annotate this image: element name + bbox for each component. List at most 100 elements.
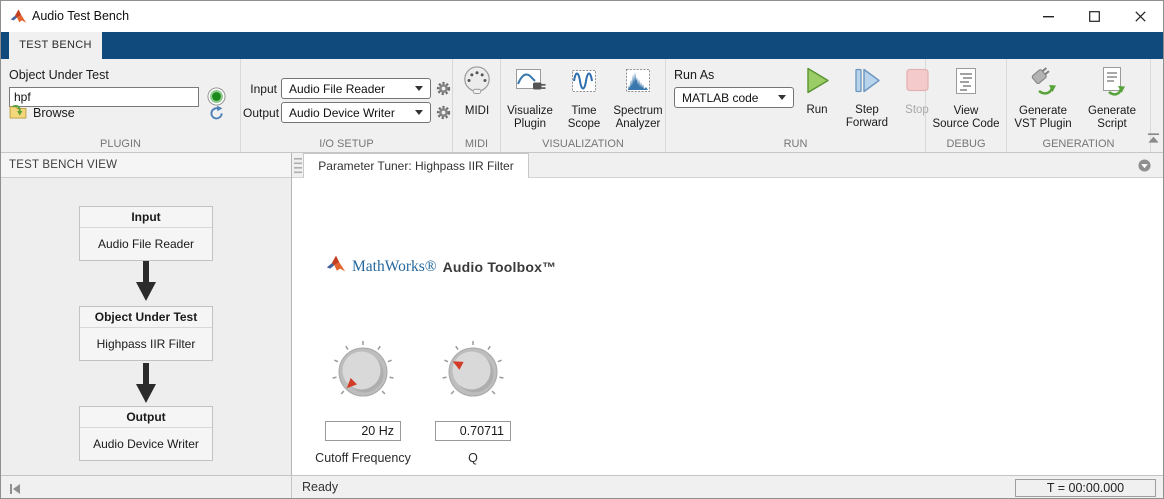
splitter-grip[interactable] xyxy=(294,157,302,180)
toolstrip: Object Under Test Browse xyxy=(1,59,1163,153)
input-dropdown-value: Audio File Reader xyxy=(289,81,386,96)
generate-script-label-line1: Generate xyxy=(1088,104,1136,117)
run-as-dropdown[interactable]: MATLAB code xyxy=(674,87,794,108)
visualize-plugin-button[interactable]: Visualize Plugin xyxy=(503,59,557,132)
output-block[interactable]: Output Audio Device Writer xyxy=(79,406,213,461)
source-code-document-icon xyxy=(950,65,982,105)
section-label-io-setup: I/O SETUP xyxy=(319,138,374,150)
output-block-body: Audio Device Writer xyxy=(93,437,199,451)
chevron-down-icon xyxy=(415,110,423,115)
toolstrip-spacer xyxy=(1147,59,1163,152)
time-scope-button[interactable]: Time Scope xyxy=(557,59,611,132)
section-label-midi: MIDI xyxy=(464,138,489,150)
object-under-test-label: Object Under Test xyxy=(9,68,109,82)
run-play-icon xyxy=(803,65,831,104)
output-dropdown[interactable]: Audio Device Writer xyxy=(281,102,431,123)
midi-connector-icon xyxy=(462,65,492,105)
step-forward-button[interactable]: Step Forward xyxy=(840,59,894,131)
step-forward-icon xyxy=(852,65,882,104)
visualize-plugin-label-line2: Plugin xyxy=(514,118,546,130)
view-source-code-button[interactable]: View Source Code xyxy=(926,59,1006,132)
panel-actions-button[interactable] xyxy=(1138,159,1151,177)
status-bar: Ready T = 00:00.000 xyxy=(1,475,1163,498)
product-name: Audio Toolbox™ xyxy=(442,258,557,275)
tab-parameter-tuner[interactable]: Parameter Tuner: Highpass IIR Filter xyxy=(303,153,529,178)
section-label-run: RUN xyxy=(783,138,808,150)
object-under-test-block[interactable]: Object Under Test Highpass IIR Filter xyxy=(79,306,213,361)
q-knob[interactable] xyxy=(440,339,506,405)
visualize-plugin-icon xyxy=(514,65,546,105)
time-scope-icon xyxy=(568,65,600,105)
browse-label: Browse xyxy=(33,106,75,120)
section-visualization: Visualize Plugin Time Scope Spectrum Ana… xyxy=(501,59,666,152)
title-bar: Audio Test Bench xyxy=(1,1,1163,32)
spectrum-analyzer-label-line1: Spectrum xyxy=(613,104,663,117)
section-io-setup: Input Audio File Reader Output Audio Dev… xyxy=(241,59,453,152)
minimize-button[interactable] xyxy=(1025,1,1071,32)
window-title: Audio Test Bench xyxy=(32,9,130,23)
chevron-down-icon xyxy=(778,95,786,100)
flow-arrow-down-icon xyxy=(135,363,157,408)
output-label: Output xyxy=(243,106,280,120)
q-value-input[interactable] xyxy=(435,421,511,441)
midi-button[interactable]: MIDI xyxy=(453,59,501,118)
matlab-logo-icon xyxy=(10,8,27,30)
spectrum-analyzer-icon xyxy=(622,65,654,105)
browse-folder-icon xyxy=(9,104,27,122)
object-under-test-block-header: Object Under Test xyxy=(80,307,212,328)
browse-button[interactable]: Browse xyxy=(9,104,75,122)
brand-row: MathWorks® Audio Toolbox™ xyxy=(326,254,556,279)
section-label-generation: GENERATION xyxy=(1042,138,1115,150)
parameter-tuner-content: MathWorks® Audio Toolbox™ 20 Hz 0.70711 … xyxy=(292,178,1163,475)
mathworks-logo-icon xyxy=(326,254,346,279)
output-dropdown-value: Audio Device Writer xyxy=(289,105,395,120)
generate-vst-label-line2: VST Plugin xyxy=(1014,118,1072,130)
chevron-down-icon xyxy=(415,86,423,91)
time-scope-label-line2: Scope xyxy=(567,118,601,130)
cutoff-frequency-value-input[interactable] xyxy=(325,421,401,441)
cutoff-frequency-knob[interactable] xyxy=(330,339,396,405)
object-under-test-block-body: Highpass IIR Filter xyxy=(96,337,196,351)
section-label-visualization: VISUALIZATION xyxy=(542,138,624,150)
test-bench-view-panel: TEST BENCH VIEW Input Audio File Reader … xyxy=(1,153,292,475)
spectrum-analyzer-label-line2: Analyzer xyxy=(615,118,661,130)
collapse-panel-icon[interactable] xyxy=(9,482,21,498)
close-button[interactable] xyxy=(1117,1,1163,32)
section-debug: View Source Code DEBUG xyxy=(926,59,1007,152)
section-generation: Generate VST Plugin Generate Script GENE… xyxy=(1007,59,1151,152)
output-settings-gear-icon[interactable] xyxy=(436,105,451,125)
section-label-debug: DEBUG xyxy=(946,138,986,150)
status-text: Ready xyxy=(302,480,339,494)
mathworks-wordmark: MathWorks® xyxy=(352,257,437,275)
generate-vst-label-line1: Generate xyxy=(1019,104,1067,117)
spectrum-analyzer-button[interactable]: Spectrum Analyzer xyxy=(611,59,665,132)
visualize-plugin-label-line1: Visualize xyxy=(507,104,553,117)
q-label: Q xyxy=(468,451,478,465)
test-bench-view-title: TEST BENCH VIEW xyxy=(1,153,291,178)
view-source-label-line1: View xyxy=(953,104,979,117)
generate-vst-plugin-button[interactable]: Generate VST Plugin xyxy=(1007,59,1079,132)
simulation-timer: T = 00:00.000 xyxy=(1015,479,1156,497)
section-midi: MIDI MIDI xyxy=(453,59,501,152)
generate-vst-plugin-icon xyxy=(1026,65,1060,105)
status-bar-left-cell xyxy=(1,476,292,498)
tab-test-bench[interactable]: TEST BENCH xyxy=(9,32,102,59)
run-button-label: Run xyxy=(806,103,828,116)
section-plugin: Object Under Test Browse xyxy=(1,59,241,152)
run-as-label: Run As xyxy=(674,68,715,82)
input-block-header: Input xyxy=(80,207,212,228)
input-block[interactable]: Input Audio File Reader xyxy=(79,206,213,261)
run-button[interactable]: Run xyxy=(794,59,840,131)
section-label-plugin: PLUGIN xyxy=(100,138,141,150)
view-source-label-line2: Source Code xyxy=(932,118,1000,130)
maximize-button[interactable] xyxy=(1071,1,1117,32)
input-dropdown[interactable]: Audio File Reader xyxy=(281,78,431,99)
time-scope-label-line1: Time xyxy=(571,104,597,117)
input-settings-gear-icon[interactable] xyxy=(436,81,451,101)
collapse-toolstrip-button[interactable] xyxy=(1147,131,1160,149)
generate-script-button[interactable]: Generate Script xyxy=(1079,59,1145,132)
audio-test-bench-window: Audio Test Bench TEST BENCH Object Under… xyxy=(0,0,1164,499)
run-as-dropdown-value: MATLAB code xyxy=(682,90,759,105)
midi-button-label: MIDI xyxy=(464,104,490,117)
reset-button[interactable] xyxy=(208,104,225,126)
